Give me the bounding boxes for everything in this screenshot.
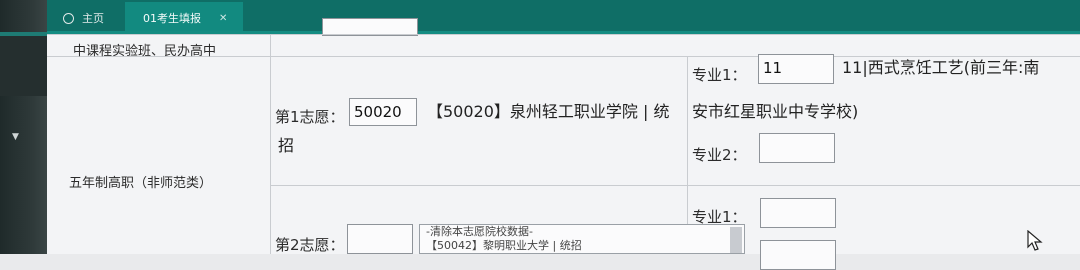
mouse-cursor-icon <box>1027 230 1043 251</box>
choice1-school-text-cont: 招 <box>278 136 295 155</box>
row-label-five-year-vocational: 五年制高职（非师范类） <box>69 176 213 191</box>
sidebar: ▼ <box>0 0 47 254</box>
tab-home-label: 主页 <box>82 12 104 25</box>
tab-student-application-label: 01考生填报 <box>143 12 201 25</box>
sidebar-menu-item[interactable] <box>0 36 47 96</box>
choice2-major2-input[interactable] <box>760 240 836 270</box>
dropdown-option-school[interactable]: 【50042】黎明职业大学 | 统招 <box>420 239 744 253</box>
dropdown-option-clear[interactable]: -清除本志愿院校数据- <box>420 225 744 239</box>
choice1-major1-desc-cont: 安市红星职业中专学校) <box>692 102 859 121</box>
row-label-course-program: 中课程实验班、民办高中 <box>73 44 217 59</box>
divider <box>47 34 1080 35</box>
tab-home[interactable]: 主页 <box>55 2 125 34</box>
choice1-label: 第1志愿： <box>275 108 345 126</box>
choice2-school-dropdown[interactable]: -清除本志愿院校数据- 【50042】黎明职业大学 | 统招 <box>419 224 745 254</box>
choice1-major2-input[interactable] <box>759 133 835 163</box>
choice2-major1-label: 专业1： <box>692 208 747 226</box>
divider <box>270 185 1080 186</box>
home-icon <box>63 12 74 24</box>
choice1-major1-input[interactable]: 11 <box>758 54 834 84</box>
tab-bar: 主页 01考生填报 ✕ <box>47 0 1080 34</box>
application-form: 中课程实验班、民办高中 五年制高职（非师范类） 第1志愿： 50020 【500… <box>47 18 1080 270</box>
choice2-code-input[interactable] <box>347 224 413 254</box>
choice1-code-input[interactable]: 50020 <box>349 98 417 126</box>
tab-student-application[interactable]: 01考生填报 ✕ <box>125 2 243 34</box>
choice1-major2-label: 专业2： <box>692 146 747 164</box>
divider <box>270 34 271 254</box>
choice2-major1-input[interactable] <box>760 198 836 228</box>
close-icon[interactable]: ✕ <box>219 13 227 24</box>
dropdown-scrollbar[interactable] <box>730 227 742 253</box>
choice1-school-text: 【50020】泉州轻工职业学院 | 统 <box>427 102 670 121</box>
caret-down-icon[interactable]: ▼ <box>12 132 19 142</box>
choice1-major1-desc: 11|西式烹饪工艺(前三年:南 <box>842 58 1040 77</box>
choice1-major1-label: 专业1： <box>692 66 747 84</box>
choice2-label: 第2志愿： <box>275 236 345 254</box>
